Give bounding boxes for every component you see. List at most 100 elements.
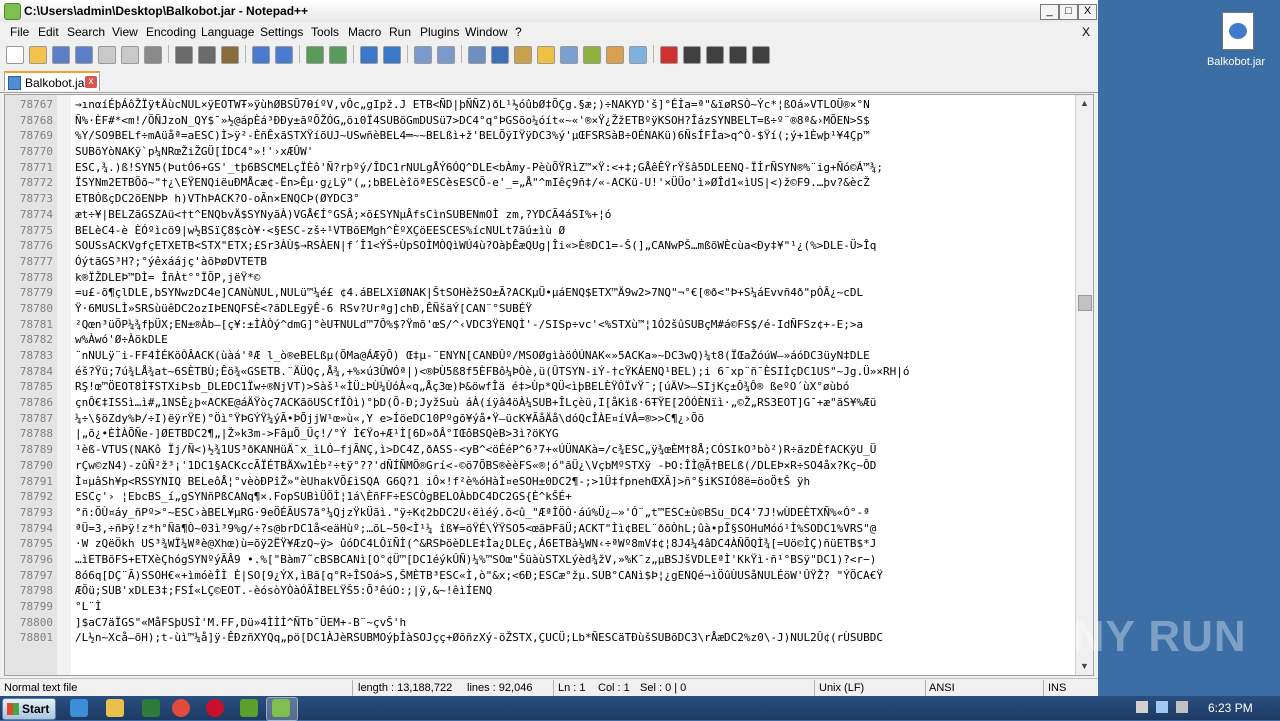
editor-line[interactable]: 78797 8ó6q[DÇ¨Ã)SSOH€«+ìmóèÎÌ È|SO[9¿ÝX,ì…: [5, 568, 1079, 584]
close-window-button[interactable]: X: [1078, 4, 1097, 20]
editor-line[interactable]: 78800]$aC7äÏGS"«MåFSþUSÌ'M.FF,Dü»4ÌÌÌ^ÑT…: [5, 615, 1079, 631]
find-icon[interactable]: [306, 46, 324, 64]
replace-icon[interactable]: [329, 46, 347, 64]
folder-workspace-icon[interactable]: [606, 46, 624, 64]
editor-line[interactable]: 78789 ¹èß-VTUS(NAKô Ïj/Ñ<)½¾1US³ðKANHüÄ¯x…: [5, 442, 1079, 458]
sync-horizontal-icon[interactable]: [437, 46, 455, 64]
tray-flag-icon[interactable]: [1136, 701, 1148, 713]
editor-line[interactable]: 78781 ²Qœn³üÖP¼¾fþÜX;EN±®Àb—[ç¥:±ÌÀÒý^dmG…: [5, 317, 1079, 333]
editor-line[interactable]: 78780 Ÿ·6MUSLÌ»SRSùüêDC2ozIÞENQFSÈ<?ãDLEg…: [5, 301, 1079, 317]
menu-language[interactable]: Language: [201, 25, 254, 39]
chrome-icon[interactable]: [172, 699, 190, 717]
menu-view[interactable]: View: [112, 25, 138, 39]
menu-macro[interactable]: Macro: [348, 25, 381, 39]
save-icon[interactable]: [52, 46, 70, 64]
tray-volume-icon[interactable]: [1176, 701, 1188, 713]
editor-line[interactable]: 78788 |„õ¿•ÈÌÀÕÑe-]ØETBDC2¶„|Ž»k3m->FâµÕ_…: [5, 426, 1079, 442]
editor-line[interactable]: 78782 w%Àwó'Ø÷ÀökDLE: [5, 332, 1079, 348]
menu-help[interactable]: ?: [515, 25, 522, 39]
editor-line[interactable]: 78772 ÏSYNm2ETBÕõ~"†¿\EŸENQiëuÐMÅcæ¢-Ën>Ê…: [5, 175, 1079, 191]
editor-line[interactable]: 78774 æt÷¥|BELZãGSZAü<†t^ENQbvÄ$SYNyãÀ)VG…: [5, 207, 1079, 223]
editor-line[interactable]: 78773 ETBÓßçDC2õENÞÞ h)VThÞACK?O-oÃn×ENQC…: [5, 191, 1079, 207]
explorer-folder-icon[interactable]: [106, 699, 124, 717]
menu-file[interactable]: File: [10, 25, 29, 39]
tab-close-icon[interactable]: x: [85, 76, 97, 88]
indent-guide-icon[interactable]: [514, 46, 532, 64]
editor-line[interactable]: 78798 ÆÕü;SUB'xDLE3‡;FSÍ«LÇ©EOT.-èósòYÒàÓ…: [5, 583, 1079, 599]
editor-line[interactable]: 78795 ·W zQëÖkh US³¾WÏ¼Wªè@Xhœ)ù=õÿ2ËŸ¥Æz…: [5, 536, 1079, 552]
editor-line[interactable]: 78786 çnÔ€‡ISSì…ì#„1NSÈ¿þ«ACKE@áÄŸòç7ACKã…: [5, 395, 1079, 411]
editor-line[interactable]: 78769 %Y/SO9BELf÷mAüåª=aESC)Ì>ÿ²-ÈñÊxãSTX…: [5, 128, 1079, 144]
close-icon[interactable]: [98, 46, 116, 64]
menu-edit[interactable]: Edit: [38, 25, 59, 39]
opera-icon[interactable]: [206, 699, 224, 717]
editor-line[interactable]: 78775 BELèC4-è ÈÓºìcö9|w½BSïÇ8$cò¥·<§ESC-…: [5, 223, 1079, 239]
desktop-icon-balkobot-jar[interactable]: Balkobot.jar: [1200, 10, 1272, 80]
redo-icon[interactable]: [275, 46, 293, 64]
copy-icon[interactable]: [198, 46, 216, 64]
sync-vertical-icon[interactable]: [414, 46, 432, 64]
editor-line[interactable]: 78784 éš?Ÿü;7ú¾LÅ¾at~6SÈTBÙ;Êö¾«GSETB.¨ÄÜ…: [5, 364, 1079, 380]
menu-window[interactable]: Window: [465, 25, 508, 39]
editor-line[interactable]: 78794 ªÜ=3,÷ñÞÿ!z*h°Ñã¶Ò~03ì³9%g/÷?s@brDC…: [5, 521, 1079, 537]
scroll-thumb[interactable]: [1078, 295, 1092, 311]
menu-search[interactable]: Search: [67, 25, 105, 39]
tray-network-icon[interactable]: [1156, 701, 1168, 713]
save-macro-icon[interactable]: [752, 46, 770, 64]
editor-line[interactable]: 78796 …ìETBõFS+ETXèÇhógSYNºýÃÂ9 •.%["Bàm7…: [5, 552, 1079, 568]
scroll-up-icon[interactable]: ▲: [1076, 95, 1093, 112]
editor-line[interactable]: 78801/L½n~Xcå—õH);t-ùì™¼å]ÿ-ÊÐzñXYQq„pö[…: [5, 630, 1079, 646]
open-file-icon[interactable]: [29, 46, 47, 64]
word-wrap-icon[interactable]: [468, 46, 486, 64]
new-file-icon[interactable]: [6, 46, 24, 64]
media-player-icon[interactable]: [142, 699, 160, 717]
editor-line[interactable]: 78778 k®ÏŽDLEÞ™DÌ= ÎñÀt°°ÏÕP,jëŸ*©: [5, 270, 1079, 286]
editor-line[interactable]: 78776 SOUSsACKVgfçETXETB<STX"ETX;£Sr3ÀÙ$→…: [5, 238, 1079, 254]
close-document-button[interactable]: X: [1082, 25, 1090, 39]
editor-line[interactable]: 78768 Ñ%·ÈF#*<m!/ÕÑJzoN_QY$¯»½@ápÈá³ÐÐy±ã…: [5, 113, 1079, 129]
cut-icon[interactable]: [175, 46, 193, 64]
show-all-chars-icon[interactable]: [491, 46, 509, 64]
editor-line[interactable]: 78770 SUBõYòNAKÿ`p¼NRœŽiŽGÜ[ÍDC4°»!'›xÆÛW…: [5, 144, 1079, 160]
tab-balkobot-jar[interactable]: Balkobot.jar x: [4, 71, 100, 91]
run-macro-multiple-icon[interactable]: [729, 46, 747, 64]
close-all-icon[interactable]: [121, 46, 139, 64]
editor-line[interactable]: 78790 rÇw©zN4)-zûÑ²ž³¡'1DC1§ACKccÃÏÉTBÄXw…: [5, 458, 1079, 474]
menu-plugins[interactable]: Plugins: [420, 25, 459, 39]
print-icon[interactable]: [144, 46, 162, 64]
monitor-icon[interactable]: [629, 46, 647, 64]
menu-run[interactable]: Run: [389, 25, 411, 39]
maximize-button[interactable]: □: [1059, 4, 1078, 20]
editor-line[interactable]: 78791 Ì¤µâSh¥p<RSSYNIQ BELeôÅ¦°vèòÐPîŽ»"è…: [5, 474, 1079, 490]
zoom-in-icon[interactable]: [360, 46, 378, 64]
doc-map-icon[interactable]: [560, 46, 578, 64]
taskbar-notepadpp[interactable]: [266, 697, 298, 721]
function-list-icon[interactable]: [583, 46, 601, 64]
editor-line[interactable]: 78779 =u£-õ¶çlDLE,bSYNwzDC4e]CANùNUL,NULü…: [5, 285, 1079, 301]
editor-line[interactable]: 78771 ESC,¾.)ß!SYN5(ÞutÓ6+GS'_tþ6BSCMELçÏ…: [5, 160, 1079, 176]
editor-line[interactable]: 78793 °ñ:ÖÙ¤áy_ñPº>°~ESC›àBEL¥µRG·9eÖÉÃUS…: [5, 505, 1079, 521]
title-bar[interactable]: C:\Users\admin\Desktop\Balkobot.jar - No…: [0, 0, 1098, 23]
save-all-icon[interactable]: [75, 46, 93, 64]
internet-explorer-icon[interactable]: [70, 699, 88, 717]
menu-tools[interactable]: Tools: [311, 25, 339, 39]
paste-icon[interactable]: [221, 46, 239, 64]
editor-line[interactable]: 78792 ESCç'› ¦EbcBS_í„gSYNñPßCANq¶×.FopSU…: [5, 489, 1079, 505]
editor-line[interactable]: 78767 →ınαíÉþÁôŽÏÿŧÄùcNUL×ÿEOTWŦ»ÿùhØBSŨ7…: [5, 97, 1079, 113]
editor-line[interactable]: 78777 ÓýtãGS³H?;°ýêxáájç'àõÞøDVTETB: [5, 254, 1079, 270]
editor-line[interactable]: 78783 ¨nNULÿ¨i-FF4ÌÉKöÒÂACK(ùàá'ªÆ l_ò®eB…: [5, 348, 1079, 364]
taskbar-clock[interactable]: 6:23 PM: [1208, 701, 1253, 715]
menu-encoding[interactable]: Encoding: [146, 25, 196, 39]
editor-line[interactable]: 78787 ¼÷\§öZdy%Þ/÷I)ëÿrŸE)°Öì°ŸÞGÝŸ¼ýÃ•ÞÕ…: [5, 411, 1079, 427]
zoom-out-icon[interactable]: [383, 46, 401, 64]
menu-settings[interactable]: Settings: [260, 25, 303, 39]
start-button[interactable]: Start: [2, 698, 56, 720]
udl-icon[interactable]: [537, 46, 555, 64]
record-macro-icon[interactable]: [660, 46, 678, 64]
minimize-button[interactable]: _: [1040, 4, 1059, 20]
vertical-scrollbar[interactable]: ▲ ▼: [1075, 95, 1093, 675]
editor-line[interactable]: 78799 °L¨Ì: [5, 599, 1079, 615]
security-app-icon[interactable]: [240, 699, 258, 717]
stop-macro-icon[interactable]: [683, 46, 701, 64]
text-editor[interactable]: 78767 →ınαíÉþÁôŽÏÿŧÄùcNUL×ÿEOTWŦ»ÿùhØBSŨ7…: [4, 94, 1094, 676]
